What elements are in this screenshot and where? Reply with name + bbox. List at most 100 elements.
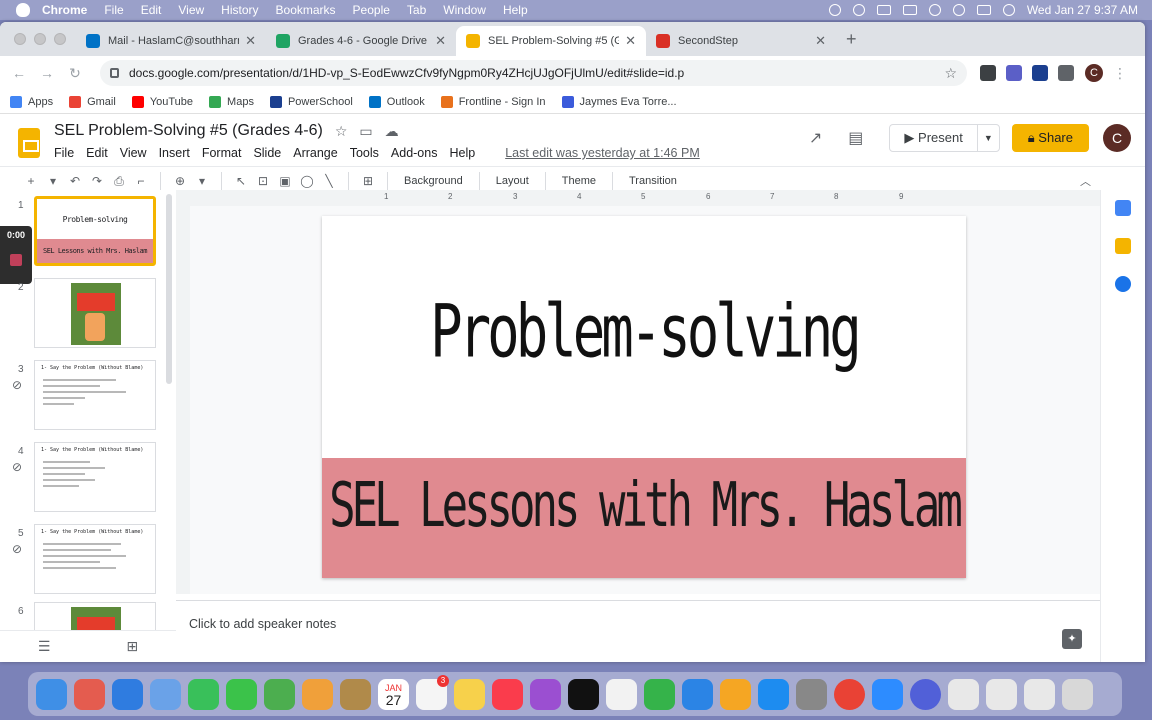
keep-addon-icon[interactable]: [1115, 238, 1131, 254]
bookmark-apps[interactable]: Apps: [10, 95, 53, 108]
filmstrip-scrollbar[interactable]: [166, 194, 172, 384]
battery-icon[interactable]: [902, 5, 917, 15]
last-edit-link[interactable]: Last edit was yesterday at 1:46 PM: [505, 146, 700, 160]
maps-app-icon[interactable]: [264, 678, 295, 710]
menu-tools[interactable]: Tools: [350, 146, 379, 160]
current-slide[interactable]: Problem-solving SEL Lessons with Mrs. Ha…: [322, 216, 966, 578]
slide-thumbnail-2[interactable]: [34, 278, 156, 348]
slide-thumbnail-6[interactable]: [34, 602, 156, 632]
zoom-chevron-icon[interactable]: ▾: [191, 174, 213, 188]
explore-icon[interactable]: ✦: [1062, 629, 1082, 649]
menubar-item-view[interactable]: View: [178, 3, 204, 17]
spotlight-search-icon[interactable]: [952, 4, 965, 16]
menubar-item-tab[interactable]: Tab: [407, 3, 426, 17]
undo-icon[interactable]: ↶: [64, 174, 86, 188]
share-button[interactable]: 🔒︎ Share: [1011, 124, 1089, 152]
photos-icon[interactable]: [302, 678, 333, 710]
menubar-item-help[interactable]: Help: [503, 3, 528, 17]
star-icon[interactable]: ☆: [335, 123, 348, 140]
calendar-icon[interactable]: JAN 27: [378, 678, 409, 710]
move-to-folder-icon[interactable]: ▭: [359, 123, 372, 140]
grid-extension-icon[interactable]: [980, 65, 996, 81]
close-tab-icon[interactable]: ✕: [245, 33, 256, 49]
gear-app-icon[interactable]: [910, 678, 941, 710]
slide-thumbnail-3[interactable]: 1- Say the Problem (Without Blame): [34, 360, 156, 430]
activity-trend-icon[interactable]: ↗: [809, 128, 822, 148]
gear-extension-icon[interactable]: [1006, 65, 1022, 81]
comments-icon[interactable]: ▤: [848, 128, 863, 148]
address-bar[interactable]: docs.google.com/presentation/d/1HD-vp_S-…: [100, 60, 967, 86]
zoom-icon[interactable]: ⊕: [169, 174, 191, 188]
music-icon[interactable]: [492, 678, 523, 710]
wifi-icon[interactable]: [928, 4, 941, 16]
siri-icon[interactable]: [1002, 4, 1015, 16]
menu-insert[interactable]: Insert: [159, 146, 190, 160]
safari-icon[interactable]: [112, 678, 143, 710]
slide-title[interactable]: Problem-solving: [322, 289, 966, 374]
reminders-icon[interactable]: 3: [416, 674, 449, 710]
account-avatar[interactable]: C: [1103, 124, 1131, 152]
extension-status-icon[interactable]: [852, 4, 865, 16]
paint-format-icon[interactable]: ⌐: [130, 174, 152, 188]
menu-slide[interactable]: Slide: [253, 146, 281, 160]
close-tab-icon[interactable]: ✕: [625, 33, 636, 49]
recent-document-icon[interactable]: [986, 678, 1017, 710]
background-button[interactable]: Background: [404, 175, 463, 187]
menu-help[interactable]: Help: [449, 146, 475, 160]
powerschool-extension-icon[interactable]: [1032, 65, 1048, 81]
control-center-icon[interactable]: [976, 5, 991, 15]
menu-file[interactable]: File: [54, 146, 74, 160]
bookmark-frontline[interactable]: Frontline - Sign In: [440, 95, 546, 108]
more-menu-icon[interactable]: ⋮: [1109, 65, 1131, 82]
new-slide-icon[interactable]: +: [20, 174, 42, 188]
comment-add-icon[interactable]: ⊞: [357, 174, 379, 188]
present-options-chevron-icon[interactable]: ▼: [978, 133, 999, 143]
menubar-item-bookmarks[interactable]: Bookmarks: [276, 3, 336, 17]
back-arrow-icon[interactable]: ←: [8, 65, 30, 81]
slide-thumbnail-4[interactable]: 1- Say the Problem (Without Blame): [34, 442, 156, 512]
menu-arrange[interactable]: Arrange: [293, 146, 337, 160]
tab-mail[interactable]: Mail - HaslamC@southharrison ✕: [76, 26, 266, 56]
lock-icon[interactable]: [110, 68, 119, 78]
close-tab-icon[interactable]: ✕: [815, 33, 826, 49]
reload-icon[interactable]: ↻: [64, 65, 86, 82]
menubar-item-edit[interactable]: Edit: [141, 3, 162, 17]
bookmark-jaymes[interactable]: Jaymes Eva Torre...: [561, 95, 677, 108]
menubar-item-file[interactable]: File: [104, 3, 123, 17]
notes-icon[interactable]: [454, 678, 485, 710]
menubar-item-history[interactable]: History: [221, 3, 258, 17]
collapse-toolbar-chevron-icon[interactable]: ︿: [1080, 173, 1091, 189]
google-slides-logo-icon[interactable]: [18, 128, 40, 158]
bookmark-powerschool[interactable]: PowerSchool: [269, 95, 353, 108]
pages-icon[interactable]: [720, 678, 751, 710]
app-store-icon[interactable]: [758, 678, 789, 710]
zoom-window-button[interactable]: [54, 33, 66, 45]
menu-edit[interactable]: Edit: [86, 146, 108, 160]
recent-document-icon[interactable]: [1024, 678, 1055, 710]
speaker-notes-placeholder[interactable]: Click to add speaker notes: [189, 617, 336, 631]
menu-format[interactable]: Format: [202, 146, 242, 160]
cloud-saved-icon[interactable]: ☁: [385, 123, 399, 140]
messages-icon[interactable]: [226, 678, 257, 710]
slide-thumbnail-1[interactable]: Problem-solving SEL Lessons with Mrs. Ha…: [34, 196, 156, 266]
menu-addons[interactable]: Add-ons: [391, 146, 438, 160]
close-window-button[interactable]: [14, 33, 26, 45]
grid-view-icon[interactable]: ⊞: [126, 638, 138, 655]
transition-button[interactable]: Transition: [629, 175, 677, 187]
tasks-addon-icon[interactable]: [1115, 276, 1131, 292]
stop-recording-icon[interactable]: [10, 254, 22, 266]
bookmark-gmail[interactable]: Gmail: [69, 95, 116, 108]
system-preferences-icon[interactable]: [796, 678, 827, 710]
minimize-window-button[interactable]: [34, 33, 46, 45]
calendar-addon-icon[interactable]: [1115, 200, 1131, 216]
text-box-icon[interactable]: ⊡: [252, 174, 274, 188]
menu-view[interactable]: View: [120, 146, 147, 160]
forward-arrow-icon[interactable]: →: [36, 65, 58, 81]
recent-document-icon[interactable]: [948, 678, 979, 710]
news-icon[interactable]: [606, 678, 637, 710]
filmstrip-view-icon[interactable]: ☰: [38, 638, 51, 655]
shape-icon[interactable]: ◯: [296, 174, 318, 188]
select-cursor-icon[interactable]: ↖: [230, 174, 252, 188]
close-tab-icon[interactable]: ✕: [435, 33, 446, 49]
speaker-notes[interactable]: Click to add speaker notes ✦: [176, 600, 1100, 662]
